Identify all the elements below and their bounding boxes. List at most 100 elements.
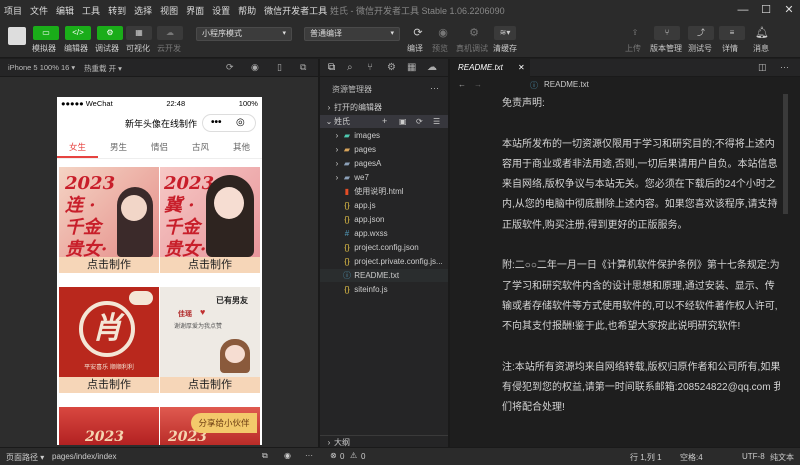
details-label[interactable]: 详情 — [722, 43, 738, 54]
open-editors-section[interactable]: › 打开的编辑器 — [320, 101, 448, 114]
menu-project[interactable]: 项目 — [0, 4, 26, 17]
make-button[interactable]: 点击制作 — [160, 377, 260, 393]
avatar-card[interactable]: 肖 平安喜乐 顺顺利利 点击制作 — [59, 287, 159, 393]
language-mode[interactable]: 纯文本 — [770, 452, 794, 463]
back-icon[interactable]: ← — [458, 80, 466, 89]
rotate-icon[interactable]: ⟳ — [226, 62, 234, 73]
breadcrumb-file[interactable]: README.txt — [544, 80, 589, 89]
editor-content[interactable]: 免责声明: 本站所发布的一切资源仅限用于学习和研究目的;不得将上述内容用于商业或… — [502, 94, 784, 419]
upload-icon[interactable]: ⇪ — [622, 26, 648, 40]
code-editor[interactable]: 免责声明: 本站所发布的一切资源仅限用于学习和研究目的;不得将上述内容用于商业或… — [450, 94, 800, 447]
avatar[interactable] — [8, 27, 26, 45]
file-item[interactable]: {} project.config.json — [320, 241, 448, 254]
more-icon[interactable]: ··· — [430, 83, 439, 93]
menu-interface[interactable]: 界面 — [182, 4, 208, 17]
editor-toggle[interactable]: </> — [65, 26, 91, 40]
file-item[interactable]: {} project.private.config.js... — [320, 255, 448, 268]
hot-reload-select[interactable]: 热重载 开 ▾ — [84, 63, 122, 74]
extensions-icon[interactable]: ▦ — [407, 62, 416, 73]
eye-icon[interactable]: ◉ — [284, 451, 291, 460]
forward-icon[interactable]: → — [474, 80, 482, 89]
file-item[interactable]: ⓘ README.txt — [320, 269, 448, 282]
file-item[interactable]: › ▰ images — [320, 129, 448, 142]
test-account-label[interactable]: 测试号 — [688, 43, 712, 54]
menu-devtools[interactable]: 微信开发者工具 — [260, 4, 331, 17]
menu-file[interactable]: 文件 — [26, 4, 52, 17]
file-item[interactable]: # app.wxss — [320, 227, 448, 240]
editor-tab-active[interactable]: README.txt ✕ — [450, 59, 530, 77]
cursor-position[interactable]: 行 1,列 1 — [630, 452, 662, 463]
messages-label[interactable]: 消息 — [753, 43, 769, 54]
split-editor-icon[interactable]: ◫ — [758, 62, 767, 73]
share-button[interactable]: 分享给小伙伴 — [191, 413, 257, 433]
menu-view[interactable]: 视图 — [156, 4, 182, 17]
indentation[interactable]: 空格:4 — [680, 452, 703, 463]
compile-icon[interactable]: ⟳ — [405, 26, 431, 40]
cloud-icon[interactable]: ☁ — [427, 62, 437, 73]
clear-cache-label[interactable]: 清缓存 — [493, 43, 517, 54]
error-icon[interactable]: ⊗ — [330, 451, 337, 460]
make-button[interactable]: 点击制作 — [59, 377, 159, 393]
collapse-icon[interactable]: ☰ — [433, 115, 440, 128]
debug-icon[interactable]: ⚙ — [387, 62, 396, 73]
clear-cache-icon[interactable]: ≋▾ — [494, 26, 516, 40]
cloud-icon[interactable]: ☁ — [157, 26, 183, 40]
version-icon[interactable]: ⑂ — [654, 26, 680, 40]
close-icon[interactable]: ✕ — [781, 2, 797, 18]
device-select[interactable]: iPhone 5 100% 16 ▾ — [8, 63, 75, 72]
tab-couple[interactable]: 情侣 — [139, 137, 180, 158]
editor-scrollbar[interactable] — [780, 94, 790, 447]
maximize-icon[interactable]: ☐ — [758, 2, 774, 18]
menu-help[interactable]: 帮助 — [234, 4, 260, 17]
avatar-card[interactable]: 已有男友 佳瑶 ♥ 谢谢厚爱为我点赞 点击制作 — [160, 287, 260, 393]
upload-label[interactable]: 上传 — [625, 43, 641, 54]
tab-female[interactable]: 女生 — [57, 137, 98, 158]
menu-tools[interactable]: 工具 — [78, 4, 104, 17]
version-label[interactable]: 版本管理 — [650, 43, 682, 54]
preview-icon[interactable]: ◉ — [430, 26, 456, 40]
more-icon[interactable]: ··· — [780, 62, 789, 72]
close-mini-icon[interactable]: ◎ — [236, 115, 245, 131]
scrollbar-thumb[interactable] — [783, 94, 788, 214]
more-icon[interactable]: ••• — [211, 115, 222, 131]
capsule-menu[interactable]: ••• ◎ — [202, 114, 256, 132]
compile-select[interactable]: 普通编译 ▾ — [304, 27, 400, 41]
page-path-label[interactable]: 页面路径 ▾ — [6, 452, 44, 463]
close-tab-icon[interactable]: ✕ — [518, 59, 525, 77]
minimize-icon[interactable]: — — [735, 2, 751, 18]
source-control-icon[interactable]: ⑂ — [367, 62, 373, 73]
menu-edit[interactable]: 编辑 — [52, 4, 78, 17]
file-item[interactable]: {} app.js — [320, 199, 448, 212]
menu-goto[interactable]: 转到 — [104, 4, 130, 17]
menu-select[interactable]: 选择 — [130, 4, 156, 17]
files-icon[interactable]: ⧉ — [328, 62, 335, 73]
file-item[interactable]: › ▰ we7 — [320, 171, 448, 184]
avatar-card[interactable]: 2023 — [59, 407, 159, 445]
more-icon[interactable]: ··· — [305, 451, 313, 460]
search-icon[interactable]: ⌕ — [347, 62, 353, 73]
bell-icon[interactable]: 🔔︎ — [749, 26, 775, 40]
tab-other[interactable]: 其他 — [221, 137, 262, 158]
copy-icon[interactable]: ⧉ — [262, 451, 268, 461]
preview-label[interactable]: 预览 — [432, 43, 448, 54]
record-icon[interactable]: ◉ — [251, 62, 259, 73]
file-item[interactable]: {} app.json — [320, 213, 448, 226]
debugger-toggle[interactable]: ⚙ — [97, 26, 123, 40]
file-item[interactable]: › ▰ pages — [320, 143, 448, 156]
make-button[interactable]: 点击制作 — [160, 257, 260, 273]
page-path[interactable]: pages/index/index — [52, 452, 117, 461]
phone-icon[interactable]: ▯ — [277, 62, 282, 73]
compile-label[interactable]: 编译 — [407, 43, 423, 54]
simulator-toggle[interactable]: ▭ — [33, 26, 59, 40]
make-button[interactable]: 点击制作 — [59, 257, 159, 273]
test-account-icon[interactable]: ⤴ — [688, 26, 714, 40]
refresh-icon[interactable]: ⟳ — [416, 115, 423, 128]
remote-debug-icon[interactable]: ⚙ — [461, 26, 487, 40]
avatar-card[interactable]: 2023 冀 ·千金贵女· 点击制作 — [160, 167, 260, 273]
menu-settings[interactable]: 设置 — [208, 4, 234, 17]
details-icon[interactable]: ≡ — [719, 26, 745, 40]
new-file-icon[interactable]: + — [382, 115, 387, 128]
file-item[interactable]: › ▰ pagesA — [320, 157, 448, 170]
warning-icon[interactable]: ⚠ — [350, 451, 357, 460]
popout-icon[interactable]: ⧉ — [300, 62, 306, 73]
